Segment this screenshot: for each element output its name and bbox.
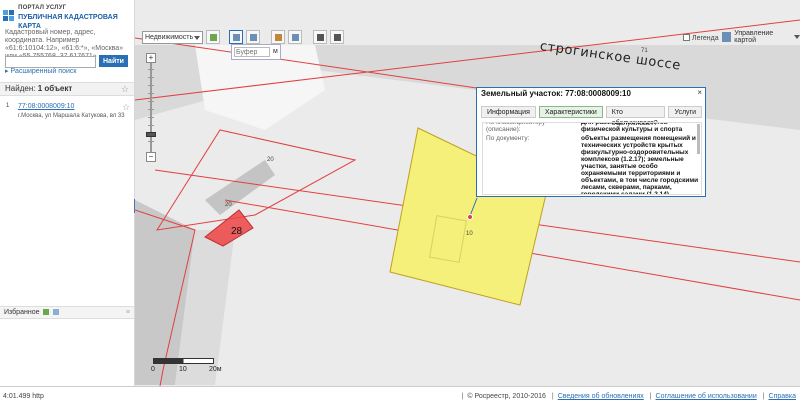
scale-label: 10 xyxy=(179,366,187,373)
map-management-button[interactable]: Управление картой xyxy=(722,30,800,44)
zoom-tick xyxy=(148,101,154,102)
map-canvas[interactable]: строгинское шоссе 20 20 28 10 71 Недвижи… xyxy=(135,0,800,386)
print-button[interactable] xyxy=(313,30,327,44)
buffer-unit: м xyxy=(273,48,278,55)
zoom-handle[interactable] xyxy=(146,132,156,137)
zoom-tick xyxy=(148,125,154,126)
area-icon xyxy=(292,34,299,41)
ruler-icon xyxy=(275,34,282,41)
row-value: объекты размещения помещений и техническ… xyxy=(581,135,699,195)
scale-label: 0 xyxy=(151,366,155,373)
status-text: 4:01.499 http xyxy=(3,393,44,400)
result-index: 1 xyxy=(6,103,10,109)
updates-link[interactable]: Сведения об обновлениях xyxy=(558,393,644,400)
close-icon[interactable]: × xyxy=(697,88,702,97)
zoom-slider[interactable] xyxy=(146,63,156,152)
layer-select-value: Недвижимость xyxy=(145,33,194,41)
logo-icon xyxy=(3,10,15,25)
tab-services[interactable]: Услуги xyxy=(668,106,702,118)
chevron-down-icon xyxy=(794,35,800,39)
tools-button[interactable] xyxy=(330,30,344,44)
zoom-in-button[interactable]: + xyxy=(146,53,156,63)
wrench-icon xyxy=(334,34,341,41)
parcel-label: 71 xyxy=(641,48,648,54)
zoom-tick xyxy=(148,69,154,70)
popup-body[interactable]: По классификатору (описание): Для размещ… xyxy=(482,122,702,195)
portal-label: ПОРТАЛ УСЛУГ xyxy=(18,5,67,11)
terms-link[interactable]: Соглашение об использовании xyxy=(656,393,757,400)
building-icon xyxy=(250,34,257,41)
favorites-export-icon[interactable] xyxy=(53,309,60,316)
highlight-parcel xyxy=(204,209,254,247)
zoom-tick xyxy=(148,77,154,78)
parcel-label: 20 xyxy=(267,157,274,163)
tab-characteristics[interactable]: Характеристики xyxy=(538,106,603,118)
popup-title: Земельный участок: 77:08:0008009:10 xyxy=(481,89,631,98)
portal-logo[interactable]: ПОРТАЛ УСЛУГ ПУБЛИЧНАЯ КАДАСТРОВАЯ КАРТА xyxy=(3,4,134,31)
layer-select[interactable]: Недвижимость xyxy=(142,30,203,44)
popup-tabs: Информация Характеристики Кто обслуживае… xyxy=(481,106,705,127)
star-icon[interactable]: ☆ xyxy=(121,83,129,95)
row-key: По классификатору (описание): xyxy=(486,122,546,133)
legend-checkbox[interactable] xyxy=(683,34,690,41)
left-panel: ПОРТАЛ УСЛУГ ПУБЛИЧНАЯ КАДАСТРОВАЯ КАРТА… xyxy=(0,0,135,386)
layers-button[interactable] xyxy=(206,30,220,44)
zoom-tick xyxy=(148,141,154,142)
advanced-search-label: Расширенный поиск xyxy=(10,68,77,75)
found-count: 1 объект xyxy=(37,84,73,93)
row-key: По документу: xyxy=(486,135,530,142)
parcel-label: 28 xyxy=(231,226,243,237)
result-cadastral-link[interactable]: 77:08:0008009:10 xyxy=(18,103,74,110)
row-value: Для размещения объектов физической культ… xyxy=(581,122,683,133)
zoom-tick xyxy=(148,117,154,118)
favorites-add-icon[interactable] xyxy=(43,309,50,316)
scale-label: 20м xyxy=(209,366,222,373)
tab-service[interactable]: Кто обслуживает? xyxy=(605,106,666,127)
found-prefix: Найден: xyxy=(5,84,36,93)
identify-tool-button[interactable] xyxy=(246,30,260,44)
select-tool-button[interactable] xyxy=(229,30,243,44)
zoom-out-button[interactable]: − xyxy=(146,152,156,162)
favorites-label: Избранное xyxy=(4,309,40,316)
parcel-label: 10 xyxy=(466,231,473,237)
help-link[interactable]: Справка xyxy=(769,393,796,400)
favorite-star-icon[interactable]: ☆ xyxy=(122,102,130,113)
status-bar: 4:01.499 http | © Росреестр, 2010-2016 | С… xyxy=(0,386,800,405)
legend-label: Легенда xyxy=(692,35,719,42)
arrow-right-icon: ▸ xyxy=(5,68,9,75)
map-management-label: Управление картой xyxy=(734,30,774,44)
find-button[interactable]: Найти xyxy=(99,55,128,67)
parcel-label: 20 xyxy=(225,202,232,208)
buffer-input[interactable] xyxy=(234,47,270,57)
select-icon xyxy=(233,34,240,41)
area-tool-button[interactable] xyxy=(288,30,302,44)
zoom-control: + − xyxy=(146,53,156,162)
parcel-popup: Земельный участок: 77:08:0008009:10 × Ин… xyxy=(476,87,706,197)
footer-links: | © Росреестр, 2010-2016 | Сведения об обн… xyxy=(461,393,796,400)
zoom-tick xyxy=(148,93,154,94)
copyright: © Росреестр, 2010-2016 xyxy=(467,393,546,400)
map-toolbar: Недвижимость xyxy=(142,29,347,45)
zoom-tick xyxy=(148,109,154,110)
buffer-box: м xyxy=(231,44,281,60)
scale-bar-graphic xyxy=(153,358,214,364)
favorites-bar: Избранное ≡ xyxy=(0,306,134,319)
print-icon xyxy=(317,34,324,41)
popup-scrollbar[interactable] xyxy=(697,124,700,154)
selected-point-marker xyxy=(467,214,473,220)
result-address: г.Москва, ул Маршала Катукова, вл 33 xyxy=(18,113,125,119)
tab-info[interactable]: Информация xyxy=(481,106,536,118)
scroll-handle-icon[interactable]: ≡ xyxy=(126,307,130,318)
results-header: Найден: 1 объект ☆ xyxy=(0,82,134,96)
legend-toggle[interactable]: Легенда xyxy=(683,34,719,42)
map-settings-icon xyxy=(722,32,732,42)
measure-tool-button[interactable] xyxy=(271,30,285,44)
layers-icon xyxy=(210,34,217,41)
advanced-search-link[interactable]: ▸ Расширенный поиск xyxy=(5,67,76,75)
zoom-tick xyxy=(148,85,154,86)
chevron-down-icon xyxy=(194,35,200,40)
